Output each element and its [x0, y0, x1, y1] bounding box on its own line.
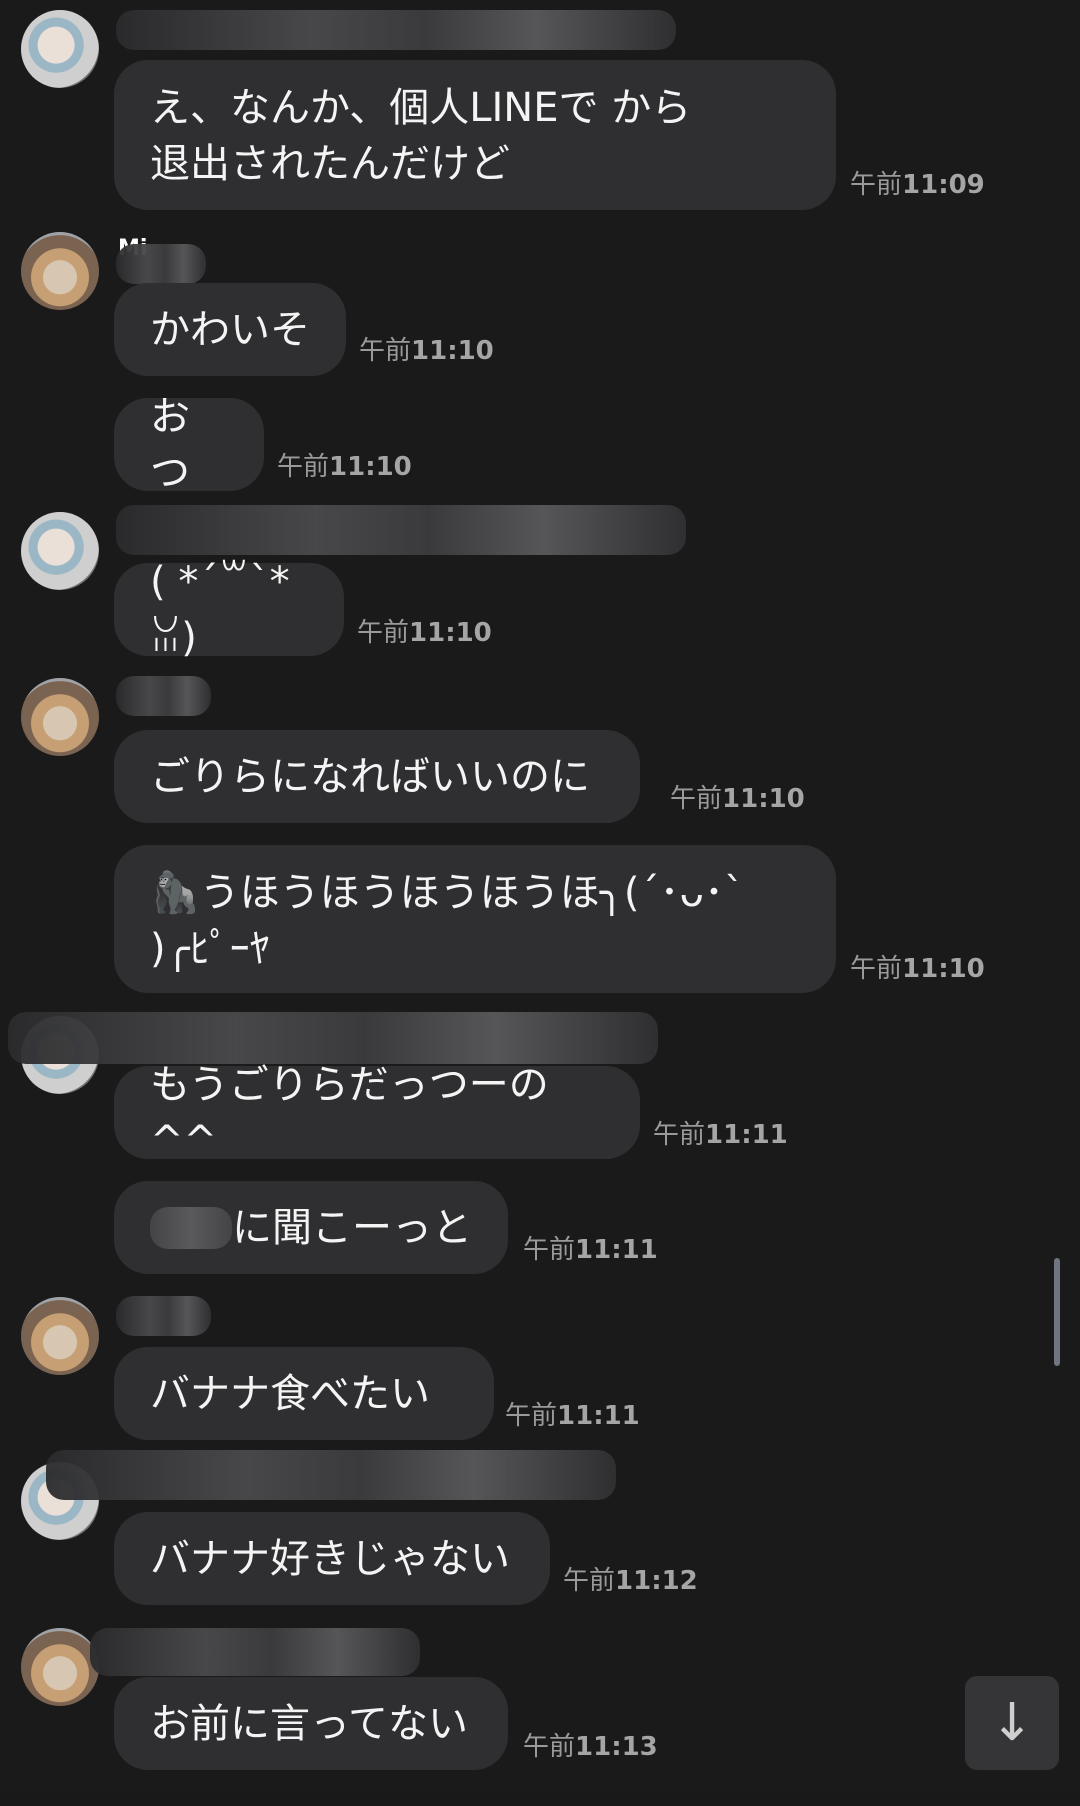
sender-name-redacted: [116, 505, 686, 555]
avatar[interactable]: [21, 10, 99, 88]
sender-name-redacted: [116, 244, 206, 284]
message-bubble[interactable]: かわいそ: [114, 283, 346, 376]
message-timestamp: 午前11:13: [523, 1732, 658, 1762]
message-bubble[interactable]: バナナ好きじゃない: [114, 1512, 550, 1605]
sender-name-redacted: [116, 10, 676, 50]
redacted-text-block: [150, 1206, 232, 1249]
message-timestamp: 午前11:11: [523, 1235, 658, 1265]
message-text: ごりらになればいいのに: [150, 753, 590, 800]
sender-name-redacted: [116, 676, 211, 716]
message-text: 🦍うほうほうほうほうほ╮(´･ᴗ･` )╭ﾋﾟｰﾔ: [150, 870, 744, 972]
message-text: お前に言ってない: [150, 1700, 468, 1747]
avatar[interactable]: [21, 678, 99, 756]
bottom-edge: [0, 1790, 1080, 1806]
scrollbar-thumb[interactable]: [1054, 1258, 1060, 1366]
avatar[interactable]: [21, 232, 99, 310]
avatar[interactable]: [21, 1628, 99, 1706]
message-text: バナナ好きじゃない: [150, 1535, 510, 1582]
message-bubble[interactable]: バナナ食べたい: [114, 1347, 494, 1440]
message-text: え、なんか、個人LINEで から 退出されたんだけど: [150, 85, 692, 187]
message-timestamp: 午前11:10: [359, 336, 494, 366]
message-text: かわいそ: [150, 306, 310, 353]
message-bubble[interactable]: お前に言ってない: [114, 1677, 508, 1770]
message-timestamp: 午前11:10: [670, 784, 805, 814]
message-timestamp: 午前11:11: [653, 1120, 788, 1150]
message-bubble[interactable]: に聞こーっと: [114, 1181, 508, 1274]
jump-to-latest-button[interactable]: ↓: [965, 1676, 1059, 1770]
message-timestamp: 午前11:12: [563, 1566, 698, 1596]
message-bubble[interactable]: ( *´꒳`*ꈍ): [114, 559, 344, 661]
chat-thread[interactable]: え、なんか、個人LINEで から 退出されたんだけど 午前11:09 Mi かわ…: [0, 0, 1080, 1806]
message-bubble[interactable]: ごりらになればいいのに: [114, 730, 640, 823]
avatar[interactable]: [21, 1297, 99, 1375]
avatar[interactable]: [21, 512, 99, 590]
message-timestamp: 午前11:10: [850, 954, 985, 984]
sender-name-redacted: [116, 1296, 211, 1336]
arrow-down-icon: ↓: [990, 1693, 1034, 1753]
message-text: おつ: [150, 393, 190, 496]
sender-name-redacted: [90, 1628, 420, 1676]
message-bubble[interactable]: おつ: [114, 394, 264, 496]
message-bubble[interactable]: もうごりらだっつーの^^: [114, 1062, 640, 1164]
message-text: バナナ食べたい: [150, 1370, 430, 1417]
message-timestamp: 午前11:10: [277, 452, 412, 482]
message-text: もうごりらだっつーの^^: [150, 1061, 549, 1164]
message-bubble[interactable]: え、なんか、個人LINEで から 退出されたんだけど: [114, 60, 836, 210]
message-bubble[interactable]: 🦍うほうほうほうほうほ╮(´･ᴗ･` )╭ﾋﾟｰﾔ: [114, 845, 836, 993]
sender-name-redacted: [46, 1450, 616, 1500]
message-text: に聞こーっと: [232, 1204, 472, 1251]
message-timestamp: 午前11:11: [505, 1401, 640, 1431]
message-timestamp: 午前11:09: [850, 170, 985, 200]
message-text: ( *´꒳`*ꈍ): [150, 558, 290, 661]
message-timestamp: 午前11:10: [357, 618, 492, 648]
